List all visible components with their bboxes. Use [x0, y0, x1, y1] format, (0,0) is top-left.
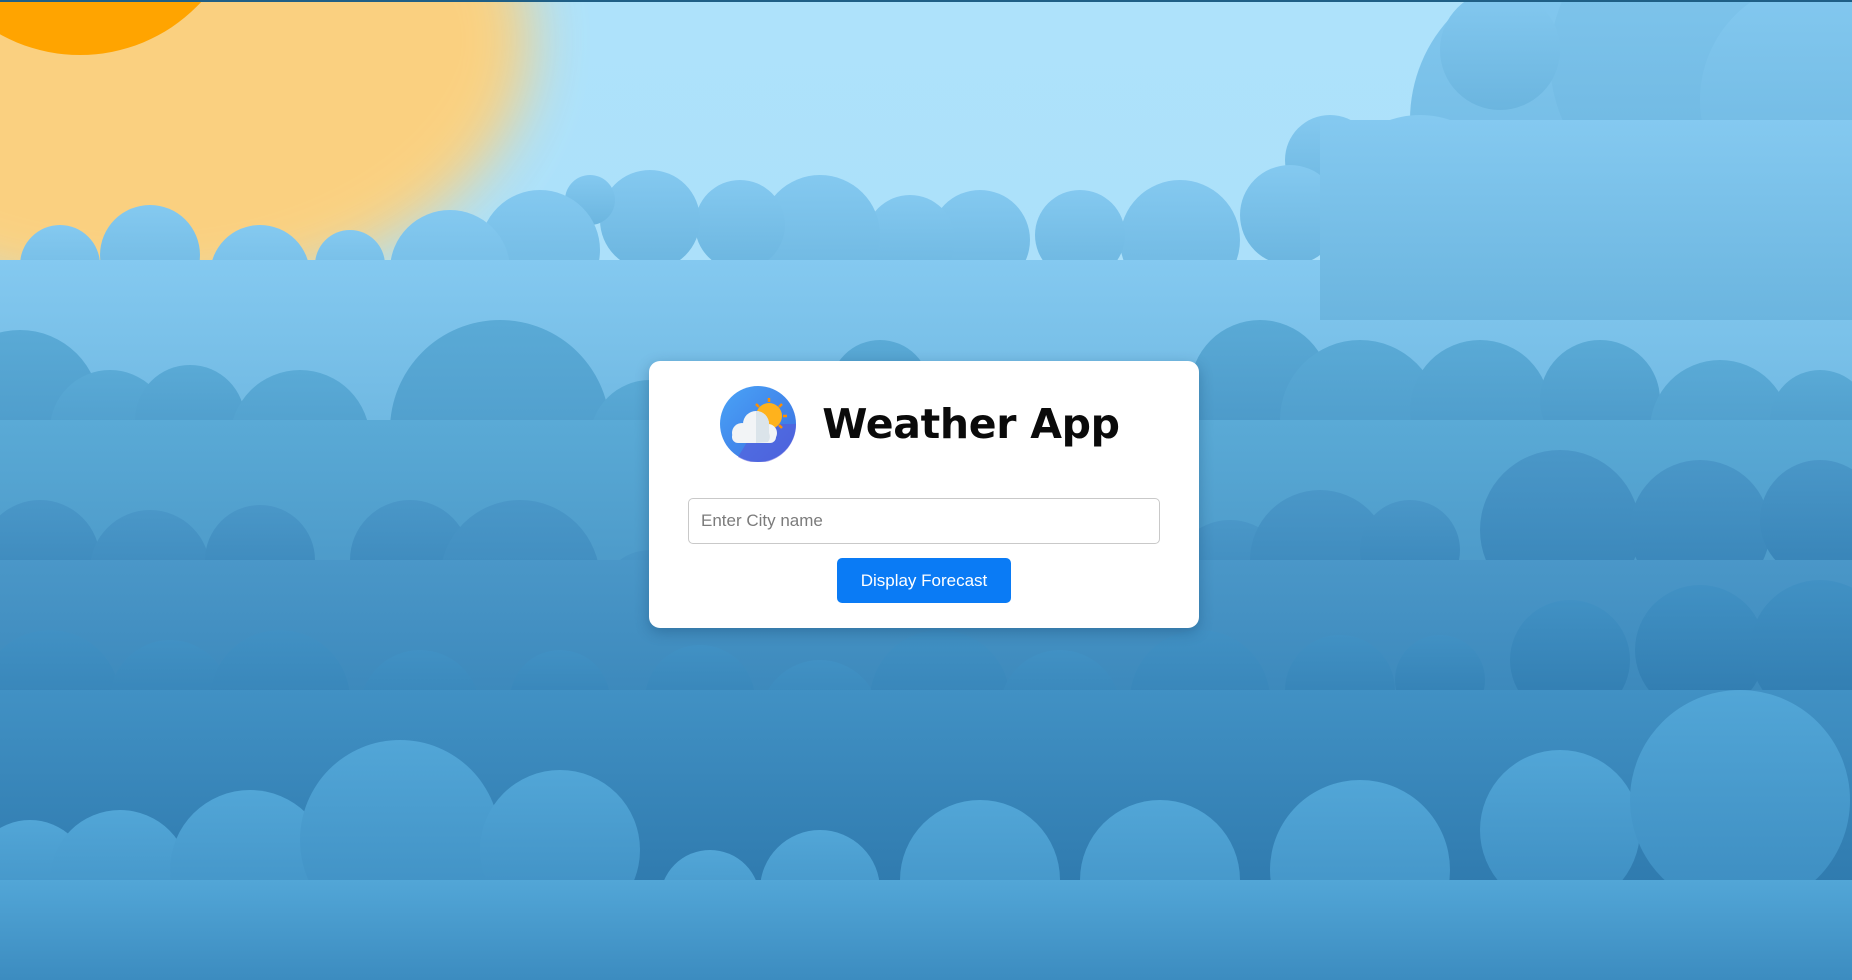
- app-brand: Weather App: [649, 385, 1199, 463]
- display-forecast-button[interactable]: Display Forecast: [837, 558, 1011, 603]
- window-top-border: [0, 0, 1852, 2]
- cloud-sun-icon: [720, 386, 797, 462]
- city-search-input[interactable]: [688, 498, 1160, 544]
- forecast-card: Weather App Display Forecast: [649, 361, 1199, 628]
- page-title: Weather App: [822, 400, 1120, 448]
